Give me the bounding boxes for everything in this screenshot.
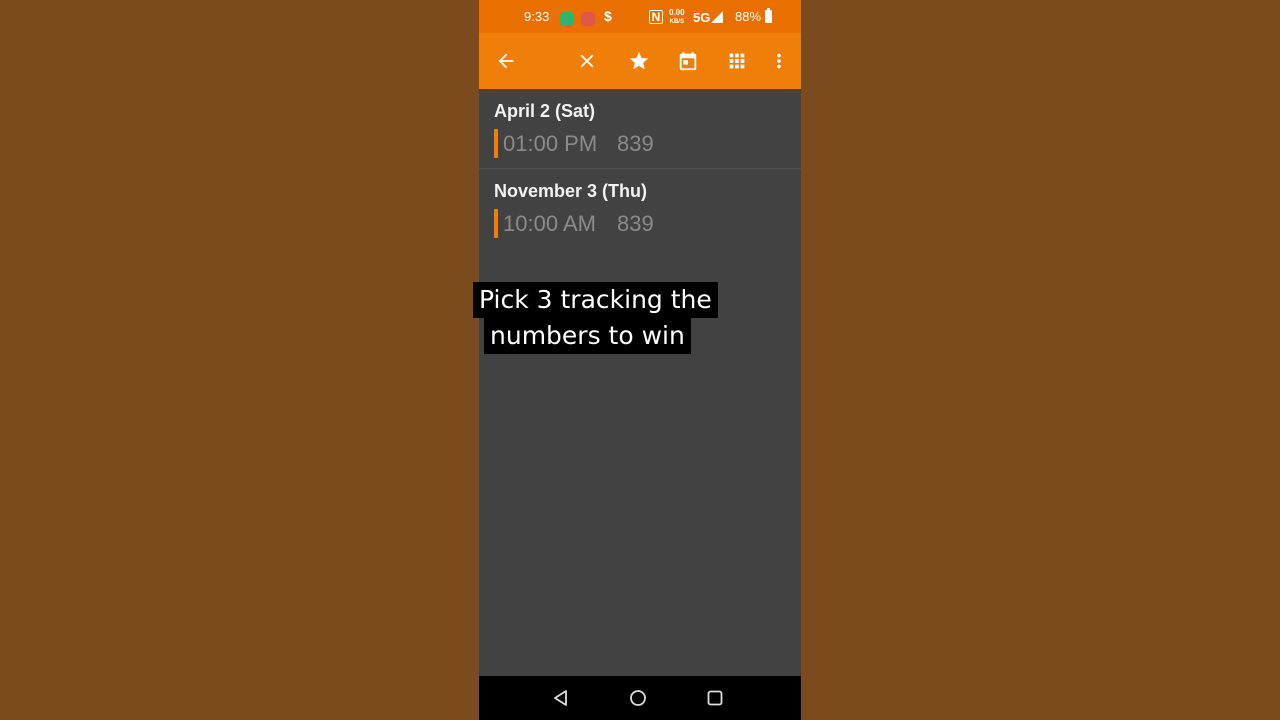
entry-accent-bar (494, 209, 498, 238)
entry-accent-bar (494, 129, 498, 158)
entry-date: November 3 (Thu) (494, 181, 648, 201)
network-speed-unit: KB/S (669, 19, 684, 25)
battery-percent: 88% (735, 9, 762, 24)
navigation-bar (479, 676, 801, 720)
close-icon[interactable] (571, 45, 603, 77)
caption-line-1: Pick 3 tracking the (473, 282, 718, 318)
entry-time: 10:00 AM (503, 211, 596, 236)
calendar-icon[interactable] (672, 45, 704, 77)
battery-icon (765, 8, 772, 23)
status-time: 9:33 (524, 9, 550, 24)
list-item[interactable]: November 3 (Thu) 10:00 AM 839 (479, 169, 801, 248)
caption-line-2: numbers to win (484, 318, 691, 354)
signal-icon (711, 11, 723, 23)
background-right (801, 0, 1280, 720)
messages-icon (560, 12, 574, 26)
nfc-icon: N (649, 10, 663, 24)
more-vert-icon[interactable] (763, 45, 795, 77)
list-item[interactable]: April 2 (Sat) 01:00 PM 839 (479, 89, 801, 169)
star-icon[interactable] (623, 45, 655, 77)
recents-square-icon[interactable] (705, 688, 725, 708)
entry-date: April 2 (Sat) (494, 101, 596, 121)
back-arrow-icon[interactable] (490, 45, 522, 77)
phone-screen: 9:33 $ N 0.00 KB/S 5G 88% April 2 (Sat) … (479, 0, 801, 720)
results-list: April 2 (Sat) 01:00 PM 839 November 3 (T… (479, 89, 801, 248)
grid-icon[interactable] (721, 45, 753, 77)
dollar-icon: $ (604, 8, 612, 24)
network-type: 5G (693, 10, 711, 25)
back-triangle-icon[interactable] (551, 688, 571, 708)
network-speed-value: 0.00 (669, 8, 685, 17)
home-circle-icon[interactable] (628, 688, 648, 708)
background-left (0, 0, 479, 720)
network-speed: 0.00 KB/S (669, 9, 685, 26)
entry-number: 839 (617, 211, 654, 236)
entry-time: 01:00 PM (503, 131, 598, 156)
entry-number: 839 (617, 131, 654, 156)
status-bar: 9:33 $ N 0.00 KB/S 5G 88% (479, 0, 801, 33)
video-icon (581, 12, 595, 26)
toolbar (479, 33, 801, 89)
